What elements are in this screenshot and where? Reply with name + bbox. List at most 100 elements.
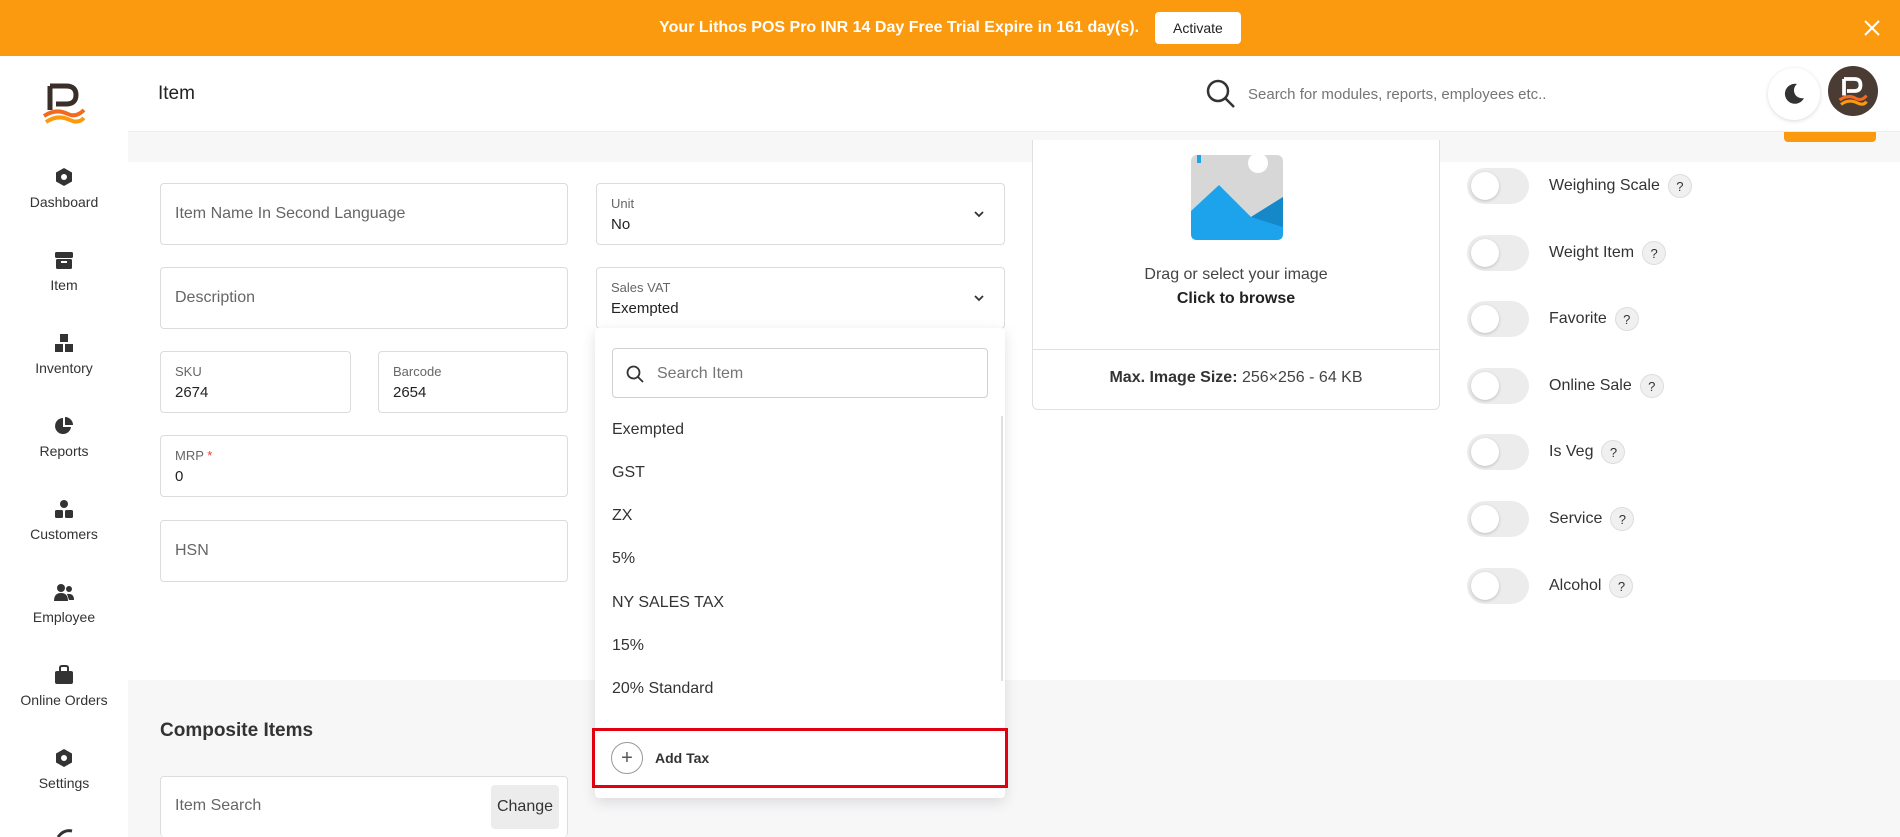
sidebar-item-label: Dashboard [29,194,99,210]
sales-vat-select[interactable]: Sales VAT Exempted [596,267,1005,329]
toggle-label: Alcohol [1549,577,1602,594]
description-placeholder: Description [175,289,256,306]
change-button[interactable]: Change [491,785,559,829]
avatar[interactable] [1828,66,1878,116]
lithos-logo[interactable] [40,80,88,128]
help-icon[interactable]: ? [1667,174,1692,198]
dropdown-search-input[interactable] [657,361,977,387]
help-icon[interactable]: ? [1614,307,1639,331]
sidebar-item-dashboard[interactable]: Dashboard [0,166,128,210]
help-icon[interactable]: ? [1601,440,1626,464]
image-placeholder-icon [1191,155,1283,240]
barcode-value: 2654 [393,384,427,401]
sidebar-item-inventory[interactable]: Inventory [0,332,128,376]
chevron-down-icon [974,295,984,302]
global-search-input[interactable] [1248,78,1568,110]
help-icon[interactable]: ? [1609,574,1634,598]
second-language-field[interactable]: Item Name In Second Language [160,183,568,245]
toggle-switch[interactable] [1467,568,1529,604]
employee-icon [54,584,74,601]
toggle-label: Favorite [1549,310,1607,327]
dropdown-option[interactable]: NY SALES TAX [612,594,724,612]
sales-vat-label: Sales VAT [611,280,671,295]
toggle-switch[interactable] [1467,235,1529,271]
dropdown-option[interactable]: 20% Standard [612,680,713,698]
description-field[interactable]: Description [160,267,568,329]
toggle-weight-item[interactable]: Weight Item ? [1467,235,1667,271]
dropdown-search[interactable] [612,348,988,398]
close-icon[interactable] [1860,16,1884,40]
trial-banner-text: Your Lithos POS Pro INR 14 Day Free Tria… [659,19,1140,36]
online-orders-icon [55,665,73,684]
sidebar-item-online-orders[interactable]: Online Orders [0,664,128,708]
toggle-service[interactable]: Service ? [1467,501,1635,537]
toggle-online-sale[interactable]: Online Sale ? [1467,368,1664,404]
toggle-switch[interactable] [1467,368,1529,404]
composite-items-title: Composite Items [160,720,314,741]
required-mark: * [207,448,213,463]
sidebar-item-settings[interactable]: Settings [0,747,128,791]
sidebar-item-reports[interactable]: Reports [0,415,128,459]
lithos-avatar-logo [1838,77,1868,106]
settings-icon [56,749,72,767]
more-icon [56,829,73,837]
toggle-label: Weight Item [1549,244,1635,261]
mrp-label: MRP * [175,448,213,463]
sidebar-item-customers[interactable]: Customers [0,498,128,542]
sidebar-item-label: Reports [39,443,89,459]
dropdown-option[interactable]: ZX [612,507,632,525]
plus-icon: + [611,742,643,774]
toggle-switch[interactable] [1467,168,1529,204]
sidebar: Dashboard Item Inventory Reports Custome… [0,56,128,837]
mrp-value: 0 [175,468,184,485]
mrp-field[interactable]: MRP * 0 [160,435,568,497]
theme-toggle-button[interactable] [1768,68,1820,120]
sidebar-item-item[interactable]: Item [0,249,128,293]
toggle-alcohol[interactable]: Alcohol ? [1467,568,1634,604]
sidebar-item-label: Item [50,277,78,293]
dropdown-option[interactable]: Exempted [612,421,684,439]
sales-vat-value: Exempted [611,300,679,317]
toggle-switch[interactable] [1467,434,1529,470]
inventory-icon [55,334,73,352]
item-search-field[interactable]: Item Search Change [160,776,568,837]
save-button-edge[interactable] [1784,132,1876,142]
unit-label: Unit [611,196,635,211]
trial-banner: Your Lithos POS Pro INR 14 Day Free Tria… [0,0,1900,56]
unit-select[interactable]: Unit No [596,183,1005,245]
sku-field[interactable]: SKU 2674 [160,351,351,413]
browse-link[interactable]: Click to browse [1033,290,1439,308]
search-icon [626,365,644,383]
dropdown-scrollbar[interactable] [1001,416,1003,681]
toggle-favorite[interactable]: Favorite ? [1467,301,1639,337]
item-icon [55,252,73,269]
sidebar-item-employee[interactable]: Employee [0,581,128,625]
toggle-switch[interactable] [1467,301,1529,337]
toggle-label: Online Sale [1549,377,1632,394]
top-header: Item [128,56,1900,132]
add-tax-button[interactable]: + Add Tax [592,728,1008,788]
help-icon[interactable]: ? [1610,507,1635,531]
barcode-field[interactable]: Barcode 2654 [378,351,568,413]
dropdown-option[interactable]: 15% [612,637,644,655]
help-icon[interactable]: ? [1642,241,1667,265]
hsn-field[interactable]: HSN [160,520,568,582]
toggle-label: Is Veg [1549,443,1594,460]
help-icon[interactable]: ? [1639,374,1664,398]
toggle-switch[interactable] [1467,501,1529,537]
image-upload-box[interactable]: Drag or select your image Click to brows… [1032,140,1440,410]
chevron-down-icon [974,211,984,218]
activate-button[interactable]: Activate [1155,12,1241,44]
sidebar-item-label: Inventory [35,360,93,376]
dropdown-option[interactable]: GST [612,464,645,482]
divider [1033,349,1439,350]
toggle-is-veg[interactable]: Is Veg ? [1467,434,1626,470]
dropdown-option[interactable]: 5% [612,550,635,568]
toggle-weighing-scale[interactable]: Weighing Scale ? [1467,168,1692,204]
sidebar-item-label: Online Orders [20,692,108,708]
reports-icon [55,417,73,434]
sidebar-item-label: Employee [32,609,96,625]
sidebar-item-label: Customers [30,526,98,542]
drag-text: Drag or select your image [1144,266,1328,283]
search-icon[interactable] [1205,78,1237,110]
